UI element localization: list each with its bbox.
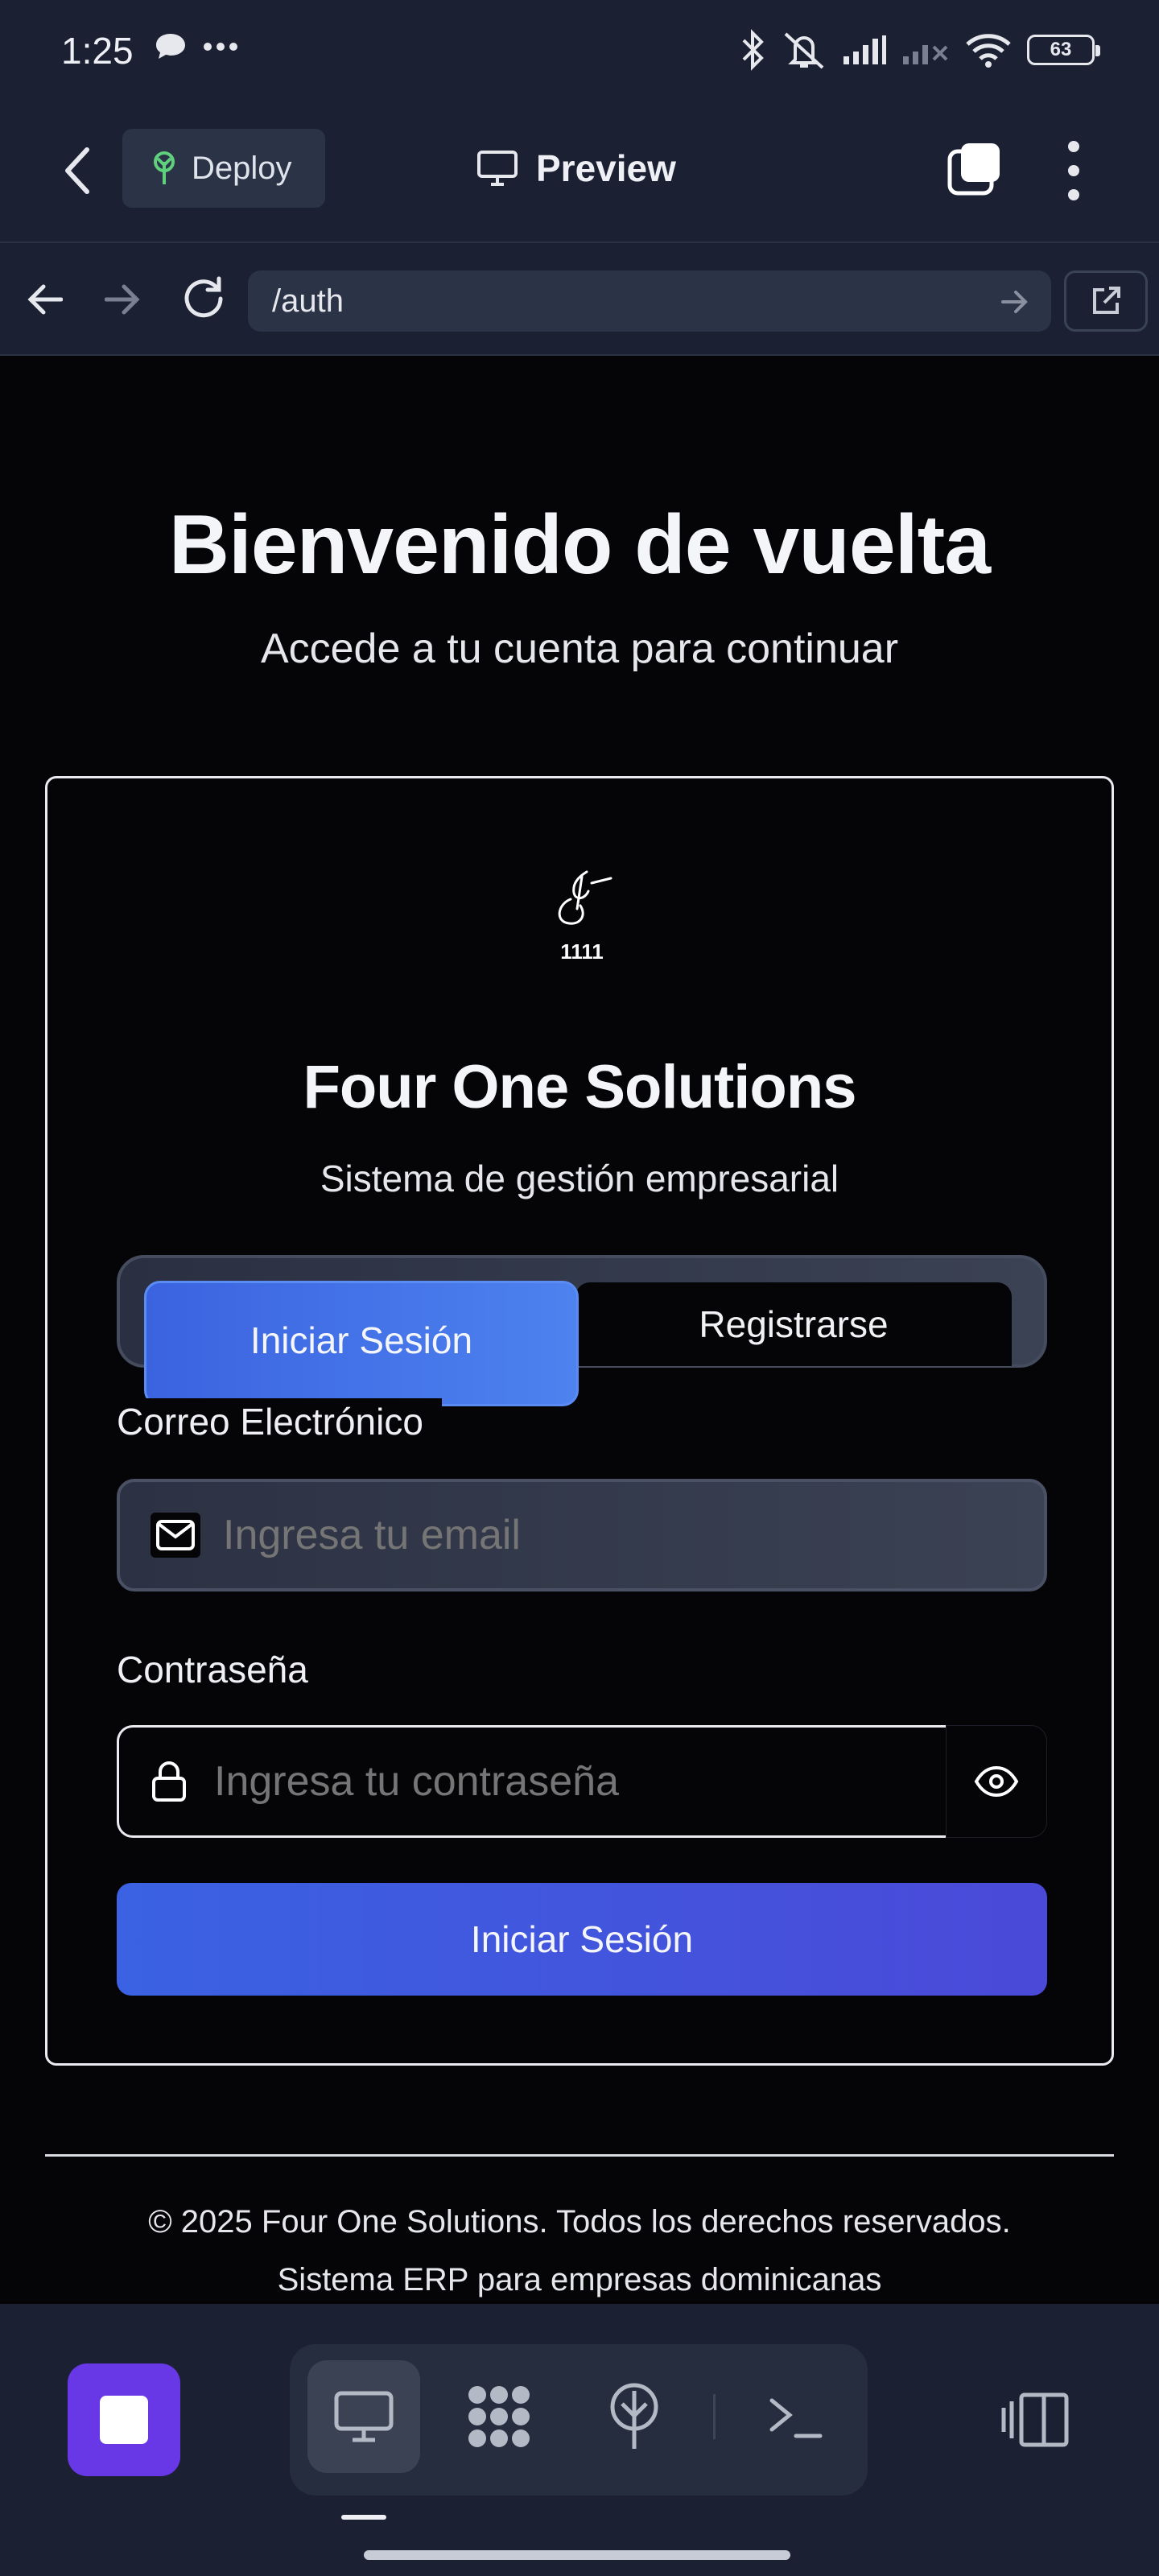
email-label: Correo Electrónico xyxy=(117,1401,423,1443)
open-external-button[interactable] xyxy=(1064,270,1148,332)
deploy-button[interactable]: Deploy xyxy=(122,129,325,208)
kebab-menu-icon[interactable] xyxy=(1064,138,1083,203)
company-name: Four One Solutions xyxy=(303,1053,856,1121)
tab-login[interactable]: Iniciar Sesión xyxy=(144,1281,579,1406)
terminal-icon xyxy=(769,2398,823,2438)
company-logo: 1111 xyxy=(558,870,612,962)
more-dots-icon xyxy=(204,43,237,51)
eye-icon xyxy=(974,1765,1019,1798)
password-label: Contraseña xyxy=(117,1649,308,1690)
company-tagline: Sistema de gestión empresarial xyxy=(320,1158,839,1199)
reload-icon[interactable] xyxy=(180,275,227,322)
gesture-bar[interactable] xyxy=(364,2550,790,2560)
status-bar: 1:25 63 xyxy=(0,0,1159,105)
arrow-left-icon[interactable] xyxy=(27,283,63,316)
tool-terminal-button[interactable] xyxy=(739,2360,852,2473)
preview-title: Preview xyxy=(476,147,676,190)
password-input[interactable] xyxy=(214,1757,938,1806)
page-title: Bienvenido de vuelta xyxy=(168,498,991,592)
battery-icon: 63 xyxy=(1027,35,1100,65)
stop-icon xyxy=(100,2396,148,2444)
mail-icon xyxy=(151,1513,200,1558)
status-time: 1:25 xyxy=(61,30,134,72)
bluetooth-icon xyxy=(742,29,764,71)
auth-card: 1111 Four One Solutions Sistema de gesti… xyxy=(45,776,1114,2066)
toggle-password-visibility-button[interactable] xyxy=(946,1725,1047,1838)
tabs-icon[interactable] xyxy=(947,140,1003,196)
footer-divider xyxy=(45,2154,1114,2157)
email-input[interactable] xyxy=(223,1511,947,1559)
panel-toggle-icon xyxy=(1001,2392,1069,2447)
battery-level: 63 xyxy=(1050,39,1072,60)
url-bar[interactable]: /auth xyxy=(248,270,1051,332)
page-subtitle: Accede a tu cuenta para continuar xyxy=(260,625,899,672)
deploy-tree-icon xyxy=(154,151,175,184)
dock-divider xyxy=(713,2394,716,2439)
tool-deploy-button[interactable] xyxy=(578,2360,691,2473)
chevron-left-icon[interactable] xyxy=(63,147,92,195)
wifi-icon xyxy=(966,34,1011,68)
lock-icon xyxy=(152,1761,186,1802)
stop-button[interactable] xyxy=(68,2363,180,2476)
signal-weak-icon xyxy=(903,45,948,64)
arrow-right-icon[interactable] xyxy=(105,283,140,316)
url-text: /auth xyxy=(272,283,344,319)
tab-register[interactable]: Registrarse xyxy=(575,1282,1012,1366)
open-external-icon xyxy=(1093,287,1120,314)
desktop-icon xyxy=(334,2391,394,2442)
panel-toggle-button[interactable] xyxy=(979,2363,1091,2476)
monitor-icon xyxy=(477,151,518,186)
status-right-icons: 63 xyxy=(739,29,1100,71)
tool-desktop-button[interactable] xyxy=(307,2360,420,2473)
preview-label: Preview xyxy=(536,147,676,189)
footer-copyright: © 2025 Four One Solutions. Todos los der… xyxy=(148,2204,1011,2240)
chat-bubble-icon xyxy=(156,34,185,59)
active-indicator xyxy=(341,2515,386,2520)
footer-subtitle: Sistema ERP para empresas dominicanas xyxy=(277,2262,882,2297)
bottom-dock xyxy=(0,2304,1159,2576)
logo-number: 1111 xyxy=(560,939,604,962)
go-arrow-icon[interactable] xyxy=(1001,290,1029,314)
email-field[interactable] xyxy=(117,1479,1047,1591)
browser-bar: /auth xyxy=(0,242,1159,356)
app-header: Deploy Preview xyxy=(0,105,1159,242)
password-field[interactable] xyxy=(117,1725,976,1838)
login-submit-button[interactable]: Iniciar Sesión xyxy=(117,1883,1047,1996)
deploy-tree-icon xyxy=(610,2383,658,2449)
workflow-icon xyxy=(468,2386,530,2447)
status-left-icons xyxy=(155,32,238,61)
vibrate-off-icon xyxy=(784,32,824,69)
tool-workflow-button[interactable] xyxy=(443,2360,555,2473)
deploy-label: Deploy xyxy=(192,150,292,186)
signal-icon xyxy=(843,35,886,64)
